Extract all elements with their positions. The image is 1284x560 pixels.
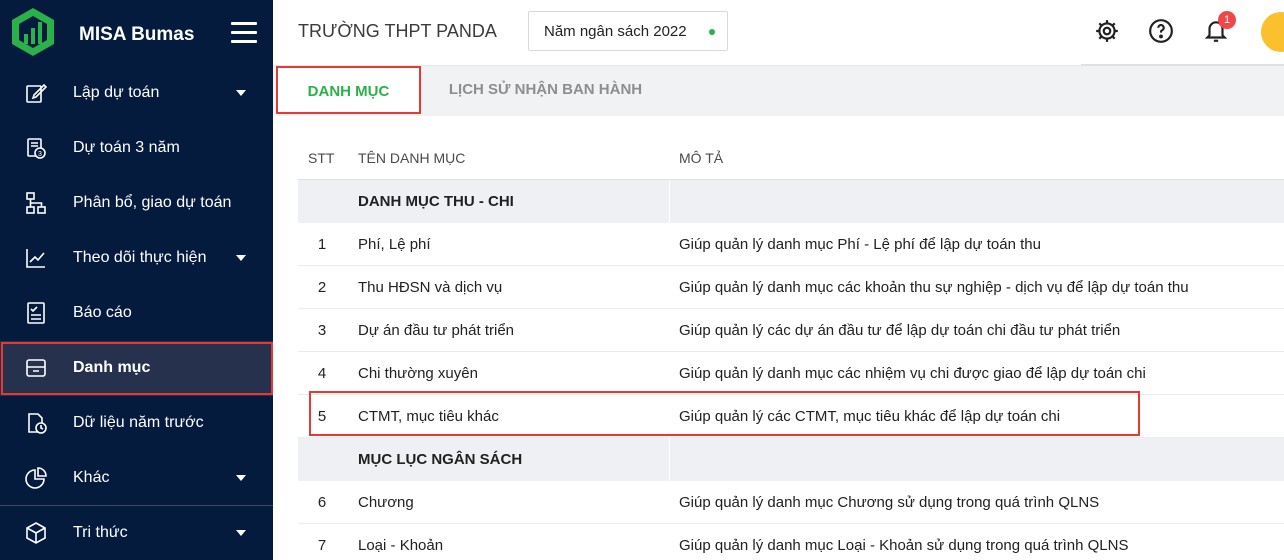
chevron-down-icon [236,530,246,536]
sidebar-item-label: Danh mục [73,359,151,376]
table-group-row: DANH MỤC THU - CHI [298,180,1284,223]
table-row[interactable]: 4 Chi thường xuyên Giúp quản lý danh mục… [298,352,1284,395]
tab-bar: DANH MỤC LỊCH SỬ NHẬN BAN HÀNH [273,66,1284,116]
misa-logo-icon [12,8,54,56]
sidebar-item-label: Khác [73,469,110,486]
table-row[interactable]: 2 Thu HĐSN và dịch vụ Giúp quản lý danh … [298,266,1284,309]
history-doc-icon [28,413,47,434]
cell-name: Chi thường xuyên [358,365,478,382]
tab-label: LỊCH SỬ NHẬN BAN HÀNH [448,81,643,98]
top-header: TRƯỜNG THPT PANDA Năm ngân sách 2022 1 [273,0,1284,66]
cell-name: Loại - Khoản [358,537,444,554]
sidebar-item-tri-thuc[interactable]: Tri thức [0,506,273,560]
edit-icon [26,83,48,103]
cell-name: Dự án đầu tư phát triển [358,322,515,339]
sidebar-item-label: Báo cáo [73,304,132,321]
app-name: MISA Bumas [79,24,195,45]
cell-stt: 6 [317,494,327,511]
sidebar-item-du-lieu-nam-truoc[interactable]: Dữ liệu năm trước [0,396,273,451]
sidebar-nav: Lập dự toán 3 Dự toán 3 năm Phân bổ, gia… [0,66,273,560]
sidebar-item-khac[interactable]: Khác [0,451,273,506]
row-highlight-box [309,391,1140,436]
cell-name: Thu HĐSN và dịch vụ [358,279,503,296]
school-name: TRƯỜNG THPT PANDA [298,21,497,41]
cell-description: Giúp quản lý danh mục Phí - Lệ phí để lậ… [679,236,1041,253]
svg-text:3: 3 [38,151,42,158]
table-group-row: MỤC LỤC NGÂN SÁCH [298,438,1284,481]
user-avatar[interactable] [1261,12,1284,52]
hierarchy-icon [26,192,46,214]
sidebar-item-label: Phân bổ, giao dự toán [73,194,232,211]
cell-name: Phí, Lệ phí [358,236,431,253]
sidebar: MISA Bumas Lập dự toán 3 Dự toán 3 năm P… [0,0,273,560]
cell-stt: 7 [317,537,327,554]
chevron-down-icon [236,90,246,96]
sidebar-item-du-toan-3-nam[interactable]: 3 Dự toán 3 năm [0,121,273,176]
sidebar-item-bao-cao[interactable]: Báo cáo [0,286,273,341]
table-row[interactable]: 1 Phí, Lệ phí Giúp quản lý danh mục Phí … [298,223,1284,266]
sidebar-item-theo-doi[interactable]: Theo dõi thực hiện [0,231,273,286]
pie-chart-icon [25,467,47,489]
notification-badge: 1 [1218,11,1236,29]
sidebar-item-label: Tri thức [73,524,128,541]
cell-description: Giúp quản lý danh mục các khoản thu sự n… [679,279,1189,296]
sidebar-item-label: Theo dõi thực hiện [73,249,207,266]
sidebar-divider [0,505,273,506]
sidebar-item-label: Dữ liệu năm trước [73,414,204,431]
menu-toggle-icon[interactable] [231,22,257,44]
sidebar-item-danh-muc[interactable]: Danh mục [0,341,273,396]
budget-year-label: Năm ngân sách 2022 [544,23,687,40]
line-chart-icon [26,249,45,268]
cube-icon [26,522,46,544]
settings-gear-icon[interactable] [1094,18,1120,44]
help-icon[interactable] [1148,18,1174,44]
sidebar-item-lap-du-toan[interactable]: Lập dự toán [0,66,273,121]
group-title: MỤC LỤC NGÂN SÁCH [358,451,523,468]
group-title: DANH MỤC THU - CHI [358,193,514,210]
column-header-description: MÔ TẢ [679,150,724,166]
tab-lich-su-nhan-ban-hanh[interactable]: LỊCH SỬ NHẬN BAN HÀNH [423,66,668,114]
category-table: STT TÊN DANH MỤC MÔ TẢ DANH MỤC THU - CH… [298,136,1284,560]
chevron-down-icon [236,255,246,261]
chevron-down-icon [236,475,246,481]
table-header: STT TÊN DANH MỤC MÔ TẢ [298,136,1284,180]
column-header-stt: STT [308,150,335,166]
brand: MISA Bumas [0,0,273,66]
sidebar-item-label: Lập dự toán [73,84,160,101]
sidebar-item-phan-bo[interactable]: Phân bổ, giao dự toán [0,176,273,231]
tab-label: DANH MỤC [307,83,390,100]
cell-stt: 2 [317,279,327,296]
column-header-name: TÊN DANH MỤC [358,150,466,166]
folder-icon [26,359,46,377]
cell-description: Giúp quản lý danh mục Loại - Khoản sử dụ… [679,537,1129,554]
cell-description: Giúp quản lý các dự án đầu tư để lập dự … [679,322,1121,339]
report-icon [27,302,45,324]
status-dot-icon [709,29,715,35]
table-row[interactable]: 6 Chương Giúp quản lý danh mục Chương sử… [298,481,1284,524]
budget-year-selector[interactable]: Năm ngân sách 2022 [528,11,728,51]
cell-stt: 1 [317,236,327,253]
sidebar-item-label: Dự toán 3 năm [73,139,180,156]
table-row[interactable]: 3 Dự án đầu tư phát triển Giúp quản lý c… [298,309,1284,352]
cell-stt: 3 [317,322,327,339]
cell-description: Giúp quản lý danh mục các nhiệm vụ chi đ… [679,365,1146,382]
cell-name: Chương [358,494,414,511]
tab-danh-muc[interactable]: DANH MỤC [276,66,421,114]
budget-3-year-icon: 3 [27,138,46,159]
cell-description: Giúp quản lý danh mục Chương sử dụng tro… [679,494,1100,511]
table-row[interactable]: 7 Loại - Khoản Giúp quản lý danh mục Loạ… [298,524,1284,560]
cell-stt: 4 [317,365,327,382]
